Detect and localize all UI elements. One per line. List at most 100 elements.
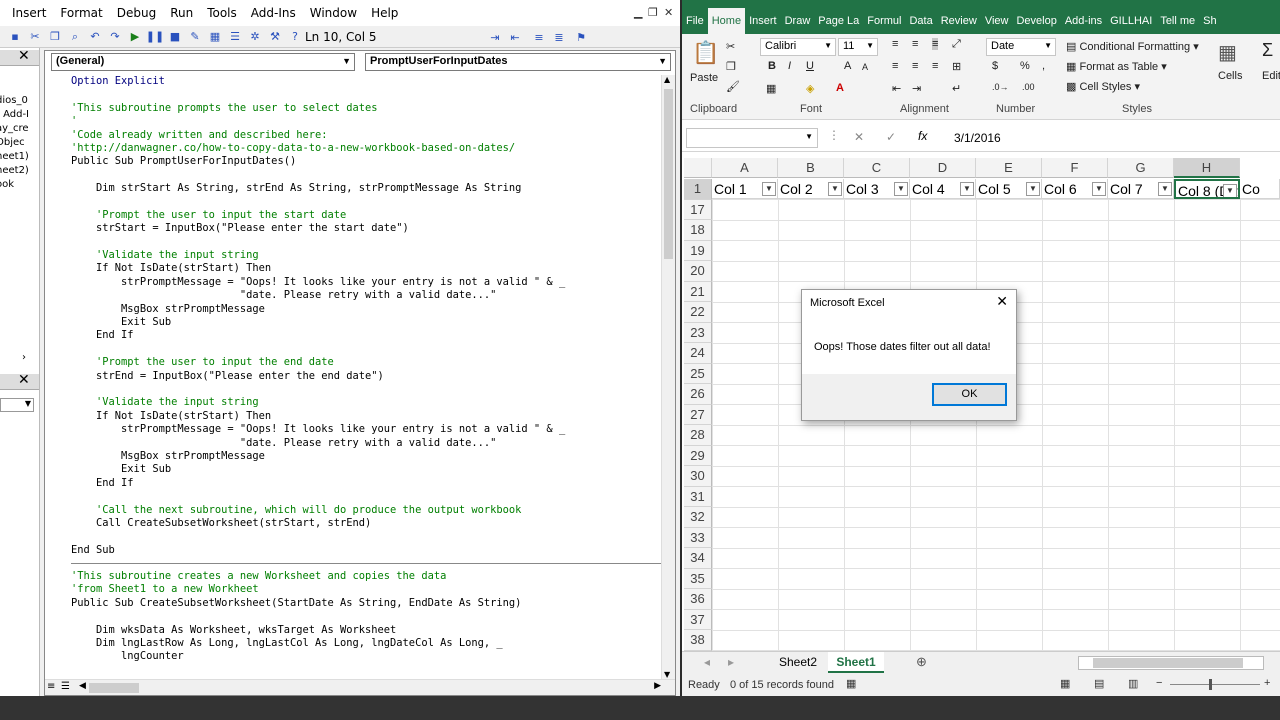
project-tree-item[interactable]: heet2): [0, 164, 29, 178]
align-left-icon[interactable]: ≡: [892, 60, 898, 72]
align-middle-icon[interactable]: ≡: [912, 38, 918, 50]
add-sheet-icon[interactable]: ⊕: [916, 654, 927, 670]
project-tree-item[interactable]: heet1): [0, 150, 29, 164]
orientation-icon[interactable]: ⤢: [952, 38, 961, 51]
copy-icon[interactable]: ❐: [46, 28, 64, 46]
menu-item[interactable]: Insert: [6, 6, 54, 20]
column-header[interactable]: H: [1174, 158, 1240, 178]
cancel-icon[interactable]: ✕: [854, 130, 864, 144]
cells-button[interactable]: Cells: [1218, 70, 1242, 82]
currency-icon[interactable]: $: [992, 60, 998, 72]
outdent-icon[interactable]: ⇤: [506, 28, 524, 46]
minimize-icon[interactable]: ▁: [634, 6, 642, 19]
menu-item[interactable]: Debug: [111, 6, 164, 20]
zoom-out-icon[interactable]: −: [1156, 677, 1162, 689]
enter-icon[interactable]: ✓: [886, 130, 896, 144]
header-cell[interactable]: Col 8 (Dates▼: [1174, 179, 1240, 199]
horizontal-scrollbar[interactable]: ≡ ☰ ◀ ▶: [45, 679, 675, 695]
function-icon[interactable]: fx: [918, 129, 927, 143]
normal-view-icon[interactable]: ▦: [1060, 677, 1070, 690]
fill-color-icon[interactable]: ◈: [806, 82, 814, 95]
row-header[interactable]: 30: [684, 466, 712, 487]
column-header[interactable]: G: [1108, 158, 1174, 178]
ribbon-tab[interactable]: File: [682, 0, 708, 34]
header-cell[interactable]: Col 5 ▼: [976, 179, 1042, 199]
underline-button[interactable]: U: [806, 60, 814, 72]
scroll-thumb[interactable]: [1093, 658, 1243, 668]
select-all-corner[interactable]: [684, 158, 712, 178]
format-as-table-button[interactable]: ▦ Format as Table ▾: [1066, 60, 1167, 73]
scroll-down-icon[interactable]: ▼: [664, 670, 670, 679]
percent-icon[interactable]: %: [1020, 60, 1030, 72]
menu-item[interactable]: Run: [164, 6, 201, 20]
code-editor[interactable]: Option Explicit 'This subroutine prompts …: [71, 75, 663, 679]
row-header[interactable]: 33: [684, 527, 712, 548]
row-header[interactable]: 26: [684, 384, 712, 405]
scroll-left-icon[interactable]: ◀: [79, 681, 86, 691]
filter-dropdown-icon[interactable]: ▼: [1158, 182, 1172, 196]
scroll-up-icon[interactable]: ▲: [664, 75, 670, 84]
project-tree-item[interactable]: dios_0: [0, 94, 29, 108]
procedure-combo[interactable]: PromptUserForInputDates ▼: [365, 53, 671, 71]
redo-icon[interactable]: ↷: [106, 28, 124, 46]
ribbon-tab[interactable]: Develop: [1012, 0, 1060, 34]
header-cell[interactable]: Col 6 ▼: [1042, 179, 1108, 199]
format-painter-icon[interactable]: 🖌: [726, 80, 740, 93]
zoom-slider[interactable]: [1170, 684, 1260, 685]
ribbon-tab[interactable]: Insert: [745, 0, 781, 34]
row-header[interactable]: 32: [684, 507, 712, 528]
cut-icon[interactable]: ✂: [726, 40, 735, 53]
header-cell[interactable]: Col 7 ▼: [1108, 179, 1174, 199]
horizontal-scrollbar[interactable]: [1078, 656, 1264, 670]
properties-combo[interactable]: ▼: [0, 398, 34, 412]
ribbon-tab[interactable]: Home: [707, 8, 746, 34]
font-color-icon[interactable]: A: [836, 82, 844, 94]
editing-button[interactable]: Editin: [1262, 70, 1280, 82]
column-header[interactable]: F: [1042, 158, 1108, 178]
filter-dropdown-icon[interactable]: ▼: [894, 182, 908, 196]
close-icon[interactable]: ✕: [996, 293, 1008, 310]
increase-font-icon[interactable]: A: [844, 60, 851, 72]
vertical-scrollbar[interactable]: ▲ ▼: [661, 75, 675, 679]
column-header[interactable]: D: [910, 158, 976, 178]
align-right-icon[interactable]: ≡: [932, 60, 938, 72]
scroll-thumb[interactable]: [664, 89, 673, 259]
break-icon[interactable]: ❚❚: [146, 28, 164, 46]
scroll-thumb[interactable]: [89, 683, 139, 693]
decrease-decimal-icon[interactable]: .00: [1022, 82, 1035, 92]
menu-item[interactable]: Window: [304, 6, 365, 20]
filter-dropdown-icon[interactable]: ▼: [1223, 184, 1237, 197]
zoom-thumb[interactable]: [1209, 679, 1212, 690]
row-header[interactable]: 18: [684, 220, 712, 241]
increase-indent-icon[interactable]: ⇥: [912, 82, 921, 95]
filter-dropdown-icon[interactable]: ▼: [828, 182, 842, 196]
row-header[interactable]: 21: [684, 281, 712, 302]
menu-item[interactable]: Format: [54, 6, 110, 20]
design-mode-icon[interactable]: ✎: [186, 28, 204, 46]
row-header[interactable]: 29: [684, 445, 712, 466]
filter-dropdown-icon[interactable]: ▼: [1026, 182, 1040, 196]
object-browser-icon[interactable]: ✲: [246, 28, 264, 46]
ribbon-tab[interactable]: Review: [937, 0, 981, 34]
procedure-view-icon[interactable]: ≡: [47, 681, 55, 692]
project-explorer-icon[interactable]: ▦: [206, 28, 224, 46]
header-cell[interactable]: Col 1 ▼: [712, 179, 778, 199]
run-icon[interactable]: ▶: [126, 28, 144, 46]
bold-button[interactable]: B: [768, 60, 776, 72]
ribbon-tab[interactable]: Formul: [863, 0, 905, 34]
filter-dropdown-icon[interactable]: ▼: [762, 182, 776, 196]
module-view-icon[interactable]: ☰: [61, 681, 70, 692]
save-icon[interactable]: ▪: [6, 28, 24, 46]
ribbon-tab[interactable]: Sh: [1199, 0, 1220, 34]
object-combo[interactable]: (General) ▼: [51, 53, 355, 71]
number-format-box[interactable]: Date ▼: [986, 38, 1056, 56]
scroll-right-icon[interactable]: ▶: [654, 681, 661, 691]
restore-icon[interactable]: ❐: [648, 6, 658, 19]
macro-record-icon[interactable]: ▦: [846, 677, 856, 690]
project-tree-item[interactable]: ( Add-I: [0, 108, 29, 122]
increase-decimal-icon[interactable]: .0→: [992, 82, 1009, 92]
row-header[interactable]: 19: [684, 240, 712, 261]
align-bottom-icon[interactable]: ≡: [932, 38, 939, 50]
page-break-icon[interactable]: ▥: [1128, 677, 1138, 690]
ok-button[interactable]: OK: [932, 383, 1007, 406]
